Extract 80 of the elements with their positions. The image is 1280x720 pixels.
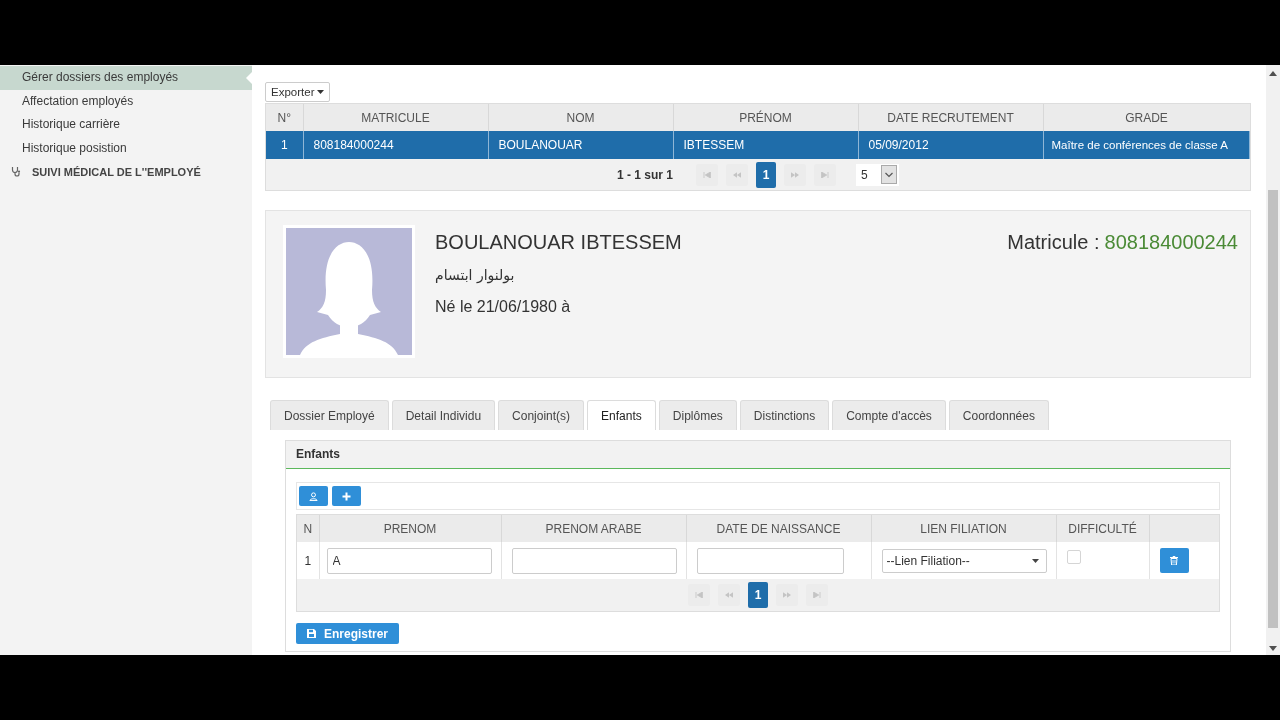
column-header[interactable]: MATRICULE [303,104,488,131]
page-button[interactable]: 1 [756,161,776,188]
trash-icon [1170,556,1178,565]
previous-page-icon [733,171,741,178]
scroll-up-icon[interactable] [1269,71,1277,76]
last-page-icon [813,592,821,598]
text-field[interactable] [511,547,677,574]
first-page-icon [703,171,711,178]
column-header[interactable]: GRADE [1043,104,1250,131]
previous-page-button[interactable] [726,163,748,186]
matricule-value: 808184000244 [1104,230,1238,254]
column-header[interactable]: PRENOM [319,515,501,542]
tab[interactable]: Conjoint(s) [498,400,585,430]
tab[interactable]: Diplômes [658,400,737,430]
sidebar-item[interactable]: Historique posistion [0,136,252,160]
scroll-down-icon[interactable] [1269,646,1277,651]
person-icon [309,491,318,501]
caret-icon [1031,558,1039,563]
tab[interactable]: Compte d'accès [832,400,946,430]
table-cell: 808184000244 [303,131,488,159]
last-page-button[interactable] [814,163,836,186]
scrollbar[interactable] [1266,65,1280,655]
sidebar-item[interactable]: Affectation employés [0,89,252,113]
checkbox[interactable] [1066,549,1081,564]
next-page-icon [783,592,791,598]
caret-icon [317,90,325,94]
stethoscope-icon [11,166,21,178]
sidebar-section[interactable]: SUIVI MÉDICAL DE L''EMPLOYÉ [0,160,252,184]
page-size-select[interactable]: 5 [856,163,899,186]
date-field[interactable] [696,547,844,574]
table-cell: 05/09/2012 [858,131,1043,159]
sidebar-item[interactable]: Historique carrière [0,113,252,137]
table-row[interactable]: 1 808184000244 BOULANOUAR IBTESSEM 05/09/2012 Maître de conférences de classe A [266,131,1250,159]
previous-page-button[interactable] [718,584,740,606]
plus-icon [342,491,351,501]
column-header[interactable]: DATE DE NAISSANCE [686,515,871,542]
page-button[interactable]: 1 [748,582,768,608]
tab[interactable]: Enfants [587,400,656,430]
employee-name-arabic: بولنوار ابتسام [435,266,516,285]
scrollbar-thumb[interactable] [1268,190,1278,628]
pointer-icon [246,72,252,84]
panel-title: Enfants [286,441,1230,469]
last-page-button[interactable] [806,584,828,606]
column-header[interactable]: N° [266,104,303,131]
column-header[interactable]: PRÉNOM [673,104,858,131]
column-header[interactable]: NOM [488,104,673,131]
text-field[interactable]: A [326,547,492,574]
table-cell: Maître de conférences de classe A [1043,131,1250,159]
column-header[interactable]: PRENOM ARABE [501,515,686,542]
previous-page-icon [725,592,733,598]
first-page-button[interactable] [696,163,718,186]
column-header[interactable]: DIFFICULTÉ [1056,515,1149,542]
next-page-button[interactable] [784,163,806,186]
birth-info: Né le 21/06/1980 à [435,297,572,317]
first-page-icon [695,592,703,598]
column-header[interactable]: LIEN FILIATION [871,515,1056,542]
person-button[interactable] [299,486,328,506]
tab[interactable]: Dossier Employé [270,400,389,430]
employee-name: BOULANOUAR IBTESSEM [435,230,682,254]
row-number: 1 [304,553,312,568]
column-header[interactable]: N [297,515,319,542]
page-summary: 1 - 1 sur 1 [617,167,673,182]
sidebar-item[interactable]: Gérer dossiers des employés [0,66,252,90]
first-page-button[interactable] [688,584,710,606]
last-page-icon [821,171,829,178]
table-cell: BOULANOUAR [488,131,673,159]
matricule-label: Matricule : [1007,230,1100,254]
export-button[interactable]: Exporter [265,82,331,102]
next-page-button[interactable] [776,584,798,606]
tab[interactable]: Detail Individu [391,400,496,430]
dropdown[interactable]: --Lien Filiation-- [881,548,1047,573]
table-cell: IBTESSEM [673,131,858,159]
add-button[interactable] [332,486,361,506]
chevron-down-icon [881,165,897,184]
column-header[interactable]: DATE RECRUTEMENT [858,104,1043,131]
tab[interactable]: Coordonnées [948,400,1049,430]
next-page-icon [791,171,799,178]
table-cell: 1 [266,131,303,159]
tab[interactable]: Distinctions [739,400,830,430]
delete-button[interactable] [1159,548,1189,573]
